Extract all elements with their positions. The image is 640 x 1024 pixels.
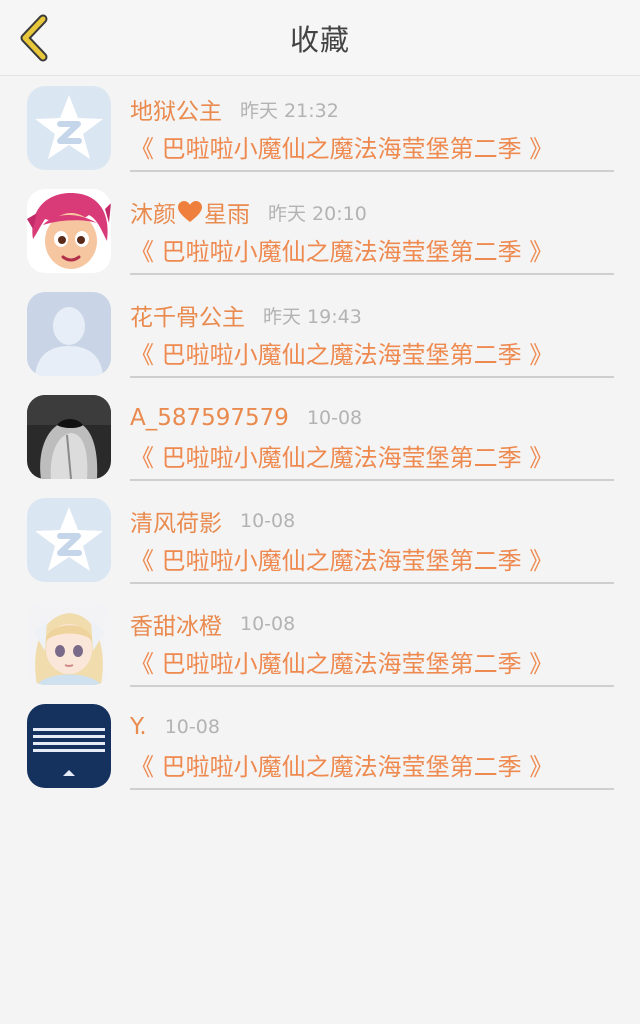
heart-icon	[178, 201, 202, 222]
favorite-title-link[interactable]: 《 巴啦啦小魔仙之魔法海莹堡第二季 》	[130, 338, 553, 372]
list-item[interactable]: 香甜冰橙 10-08 《 巴啦啦小魔仙之魔法海莹堡第二季 》	[0, 591, 640, 694]
favorite-title-link[interactable]: 《 巴啦啦小魔仙之魔法海莹堡第二季 》	[130, 441, 553, 475]
timestamp: 昨天 20:10	[268, 202, 367, 225]
list-item[interactable]: 沐颜 星雨 昨天 20:10 《 巴啦啦小魔仙之魔法海莹堡第二季 》	[0, 179, 640, 282]
user-name[interactable]: 清风荷影	[130, 504, 222, 538]
list-item[interactable]: 清风荷影 10-08 《 巴啦啦小魔仙之魔法海莹堡第二季 》	[0, 488, 640, 591]
qq-star-avatar-icon	[27, 86, 111, 170]
list-item[interactable]: 花千骨公主 昨天 19:43 《 巴啦啦小魔仙之魔法海莹堡第二季 》	[0, 282, 640, 385]
item-body: 沐颜 星雨 昨天 20:10 《 巴啦啦小魔仙之魔法海莹堡第二季 》	[130, 179, 614, 275]
cartoon-girl-avatar-icon	[27, 189, 111, 273]
timestamp: 昨天 19:43	[263, 305, 362, 328]
timestamp: 10-08	[306, 407, 363, 429]
user-name-part1[interactable]: 沐颜	[130, 195, 176, 229]
favorite-title-link[interactable]: 《 巴啦啦小魔仙之魔法海莹堡第二季 》	[130, 235, 553, 269]
item-body: A_587597579 10-08 《 巴啦啦小魔仙之魔法海莹堡第二季 》	[130, 385, 614, 481]
favorite-title-link[interactable]: 《 巴啦啦小魔仙之魔法海莹堡第二季 》	[130, 544, 553, 578]
item-body: 花千骨公主 昨天 19:43 《 巴啦啦小魔仙之魔法海莹堡第二季 》	[130, 282, 614, 378]
user-name-part2[interactable]: 星雨	[204, 195, 250, 229]
qq-star-avatar-icon	[27, 498, 111, 582]
user-name[interactable]: 花千骨公主	[130, 298, 245, 332]
avatar[interactable]	[27, 601, 111, 685]
timestamp: 昨天 21:32	[240, 99, 339, 122]
monochrome-photo-avatar-icon	[27, 395, 111, 479]
avatar[interactable]	[27, 395, 111, 479]
timestamp: 10-08	[240, 613, 296, 635]
default-person-avatar-icon	[27, 292, 111, 376]
favorite-title-link[interactable]: 《 巴啦啦小魔仙之魔法海莹堡第二季 》	[130, 750, 553, 784]
list-item[interactable]: A_587597579 10-08 《 巴啦啦小魔仙之魔法海莹堡第二季 》	[0, 385, 640, 488]
favorite-title-link[interactable]: 《 巴啦啦小魔仙之魔法海莹堡第二季 》	[130, 132, 553, 166]
item-body: 地狱公主 昨天 21:32 《 巴啦啦小魔仙之魔法海莹堡第二季 》	[130, 76, 614, 172]
page-title: 收藏	[289, 23, 350, 57]
item-body: 清风荷影 10-08 《 巴啦啦小魔仙之魔法海莹堡第二季 》	[130, 488, 614, 584]
user-name[interactable]: 香甜冰橙	[130, 607, 222, 641]
top-bar: 收藏	[0, 0, 640, 76]
item-body: 香甜冰橙 10-08 《 巴啦啦小魔仙之魔法海莹堡第二季 》	[130, 591, 614, 687]
avatar[interactable]	[27, 498, 111, 582]
avatar[interactable]	[27, 86, 111, 170]
avatar[interactable]	[27, 292, 111, 376]
item-body: Y. 10-08 《 巴啦啦小魔仙之魔法海莹堡第二季 》	[130, 694, 614, 790]
blue-stripes-avatar-icon	[27, 704, 111, 788]
list-item[interactable]: 地狱公主 昨天 21:32 《 巴啦啦小魔仙之魔法海莹堡第二季 》	[0, 76, 640, 179]
timestamp: 10-08	[164, 716, 220, 738]
user-name[interactable]: 地狱公主	[130, 92, 222, 126]
favorite-title-link[interactable]: 《 巴啦啦小魔仙之魔法海莹堡第二季 》	[130, 647, 553, 681]
user-name[interactable]: Y.	[130, 714, 147, 740]
anime-girl-avatar-icon	[27, 601, 111, 685]
favorites-list: 地狱公主 昨天 21:32 《 巴啦啦小魔仙之魔法海莹堡第二季 》 沐颜 星雨 …	[0, 76, 640, 797]
avatar[interactable]	[27, 189, 111, 273]
timestamp: 10-08	[240, 510, 296, 532]
list-item[interactable]: Y. 10-08 《 巴啦啦小魔仙之魔法海莹堡第二季 》	[0, 694, 640, 797]
avatar[interactable]	[27, 704, 111, 788]
user-name[interactable]: A_587597579	[130, 405, 289, 431]
